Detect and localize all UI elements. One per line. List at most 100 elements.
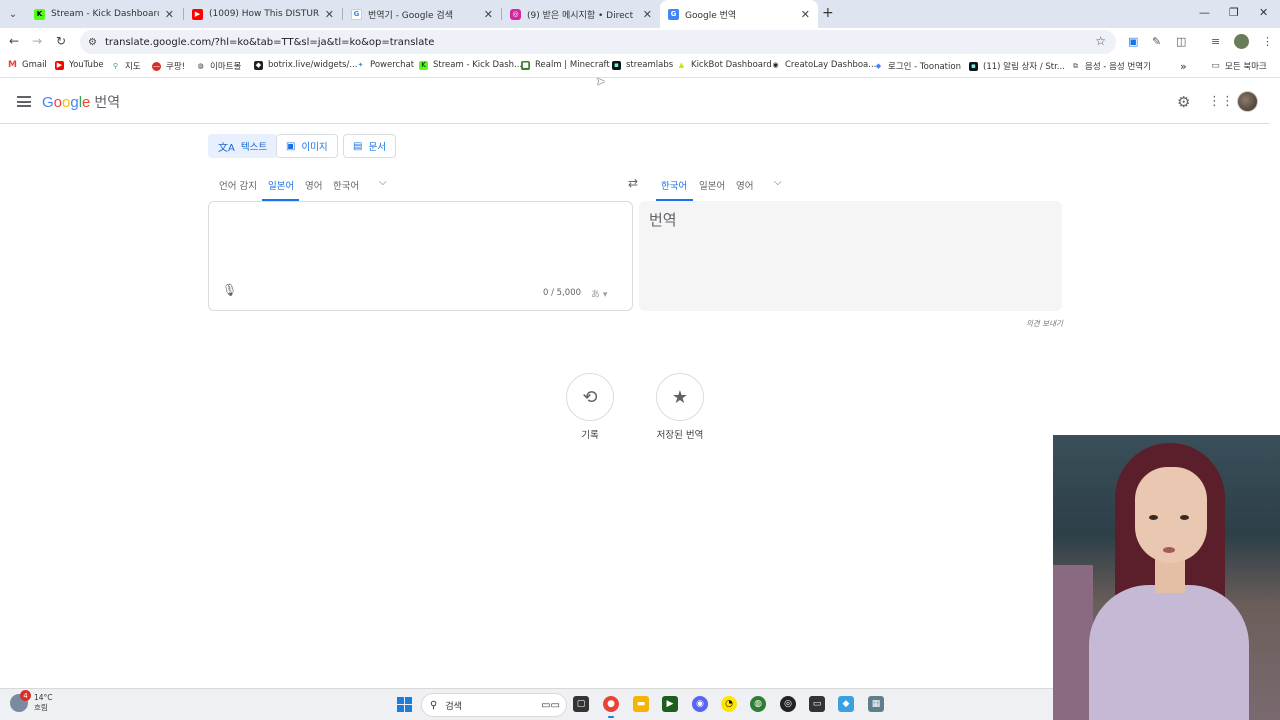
mode-document-button[interactable]: ▤ 문서	[343, 134, 396, 158]
windows-start-icon[interactable]	[397, 697, 412, 712]
target-lang-korean[interactable]: 한국어	[661, 178, 687, 192]
minecraft-icon: ■	[521, 60, 530, 70]
all-bookmarks[interactable]: ▭ 모든 북마크	[1211, 60, 1267, 72]
close-icon[interactable]: ✕	[165, 8, 174, 21]
address-bar[interactable]: ⚙ translate.google.com/?hl=ko&tab=TT&sl=…	[80, 30, 1116, 54]
mode-text-button[interactable]: 文A 텍스트	[208, 134, 278, 158]
saved-button[interactable]: ★	[656, 373, 704, 421]
bookmark-label: 음성 - 음성 번역기	[1085, 62, 1151, 72]
bookmark-voice-translator[interactable]: ⧉ 음성 - 음성 번역기	[1071, 60, 1151, 73]
task-view-icon[interactable]: ▢	[573, 696, 589, 712]
file-explorer-icon[interactable]: ▬	[633, 696, 649, 712]
url-text[interactable]: translate.google.com/?hl=ko&tab=TT&sl=ja…	[105, 37, 434, 48]
weather-widget[interactable]: 4 14°C 흐림	[10, 690, 53, 713]
search-icon: ⚲	[430, 699, 438, 711]
kick-icon: K	[34, 8, 45, 20]
bookmark-minecraft[interactable]: ■ Realm | Minecraft	[521, 60, 610, 70]
microphone-icon[interactable]: 🎙︎	[222, 283, 237, 297]
bookmark-botrix[interactable]: ◆ botrix.live/widgets/...	[254, 60, 357, 70]
target-more-languages-chevron-icon[interactable]: ⌵	[774, 177, 782, 188]
browser-toolbar: ← → ↻ ⚙ translate.google.com/?hl=ko&tab=…	[0, 28, 1280, 56]
streamlabs-icon: ▪	[969, 61, 978, 71]
close-icon[interactable]: ✕	[801, 8, 810, 21]
close-icon[interactable]: ✕	[484, 8, 493, 21]
app-globe-icon[interactable]: ◍	[750, 696, 766, 712]
tab-title: Stream - Kick Dashboard	[51, 9, 159, 19]
target-lang-japanese[interactable]: 일본어	[699, 178, 725, 192]
bookmarks-overflow-icon[interactable]: »	[1180, 60, 1187, 73]
bookmark-youtube[interactable]: ▶ YouTube	[55, 60, 104, 70]
bookmark-label: 모든 북마크	[1225, 62, 1267, 72]
history-button[interactable]: ⟲	[566, 373, 614, 421]
send-feedback-link[interactable]: 의견 보내기	[1026, 318, 1063, 329]
mode-image-button[interactable]: ▣ 이미지	[276, 134, 338, 158]
source-more-languages-chevron-icon[interactable]: ⌵	[379, 177, 387, 188]
close-window-icon[interactable]: ✕	[1259, 6, 1268, 19]
restore-icon[interactable]: ❐	[1229, 6, 1239, 19]
close-icon[interactable]: ✕	[325, 8, 334, 21]
chrome-icon[interactable]: ●	[603, 696, 619, 718]
target-lang-english[interactable]: 영어	[736, 178, 753, 192]
profile-avatar[interactable]	[1234, 34, 1249, 49]
account-avatar[interactable]	[1237, 91, 1258, 112]
bookmark-streamlabs-alerts[interactable]: ▪ (11) 알림 상자 / Str...	[969, 60, 1065, 72]
taskbar-search[interactable]: ⚲ 검색 ▭▭	[421, 693, 567, 717]
bookmark-label: CreatoLay Dashboa...	[785, 60, 877, 70]
apps-grid-icon[interactable]: ⋮⋮	[1208, 94, 1234, 109]
calculator-icon[interactable]: ▦	[868, 696, 884, 712]
bookmark-star-icon[interactable]: ☆	[1095, 34, 1106, 48]
close-icon[interactable]: ✕	[643, 8, 652, 21]
tab-google-translate[interactable]: G Google 번역 ✕	[660, 0, 818, 28]
source-lang-detect[interactable]: 언어 감지	[219, 178, 257, 192]
bookmark-emart[interactable]: ◍ 이마트몰	[196, 60, 241, 72]
bookmark-label: 지도	[125, 62, 141, 72]
media-icon[interactable]: ≡	[1211, 35, 1220, 48]
google-translate-logo[interactable]: Google 번역	[42, 92, 120, 112]
search-highlight-icon: ▭▭	[541, 699, 560, 711]
bookmark-maps[interactable]: ⚲ 지도	[111, 60, 141, 72]
extensions-puzzle-icon[interactable]: ◫	[1176, 35, 1186, 48]
minimize-icon[interactable]: —	[1199, 6, 1210, 19]
kakaotalk-icon[interactable]: ◔	[721, 696, 737, 712]
tab-google-search[interactable]: G 번역기 - Google 검색 ✕	[343, 0, 501, 28]
bookmark-label: 쿠팡!	[166, 62, 186, 72]
bookmark-coupang[interactable]: — 쿠팡!	[152, 60, 185, 72]
input-tools-icon[interactable]: あ ▾	[591, 287, 607, 300]
app-icon[interactable]: ▶	[662, 696, 678, 712]
new-tab-icon[interactable]: +	[822, 5, 834, 21]
folder-icon: ▭	[1211, 61, 1220, 71]
terminal-icon[interactable]: ▭	[809, 696, 825, 712]
discord-icon[interactable]: ◉	[692, 696, 708, 712]
settings-gear-icon[interactable]: ⚙	[1177, 93, 1190, 111]
bookmark-kick[interactable]: K Stream - Kick Dash...	[419, 60, 522, 70]
tab-search-icon[interactable]: ⌄	[4, 5, 22, 23]
source-lang-english[interactable]: 영어	[305, 178, 322, 192]
tab-youtube[interactable]: ▶ (1009) How This DISTURBING ✕	[184, 0, 342, 28]
reload-icon[interactable]: ↻	[56, 34, 66, 48]
app-diamond-icon[interactable]: ◆	[838, 696, 854, 712]
translate-page-icon[interactable]: ▣	[1128, 35, 1138, 48]
bookmark-streamlabs[interactable]: ▪ streamlabs	[612, 60, 673, 70]
saved-label: 저장된 번역	[656, 430, 704, 441]
bookmark-creatolay[interactable]: ◉ CreatoLay Dashboa...	[771, 60, 876, 70]
bookmark-toonation[interactable]: ◆ 로그인 - Toonation	[874, 60, 961, 72]
tab-instagram[interactable]: ◎ (9) 받은 메시지함 • Direct ✕	[502, 0, 660, 28]
site-info-icon[interactable]: ⚙	[88, 37, 97, 48]
back-icon[interactable]: ←	[9, 34, 19, 48]
forward-icon[interactable]: →	[32, 34, 42, 48]
maps-icon: ⚲	[112, 62, 119, 70]
extension-icon[interactable]: ✎	[1152, 35, 1161, 48]
bookmark-kickbot[interactable]: ▲ KickBot Dashboard	[677, 60, 772, 70]
bookmark-powerchat[interactable]: ✦ Powerchat	[356, 60, 415, 70]
swap-languages-icon[interactable]: ⇄	[628, 176, 638, 190]
menu-icon[interactable]: ⋮	[1262, 35, 1273, 48]
kick-icon: K	[419, 60, 428, 70]
source-text-area[interactable]: 🎙︎ 0 / 5,000 あ ▾	[208, 201, 633, 311]
obs-icon[interactable]: ◎	[780, 696, 796, 712]
main-menu-icon[interactable]	[17, 96, 31, 107]
source-lang-korean[interactable]: 한국어	[333, 178, 359, 192]
source-lang-japanese[interactable]: 일본어	[268, 178, 294, 192]
bookmark-gmail[interactable]: M Gmail	[8, 60, 47, 70]
history-label: 기록	[581, 430, 599, 441]
tab-kick-dashboard[interactable]: K Stream - Kick Dashboard ✕	[26, 0, 182, 28]
